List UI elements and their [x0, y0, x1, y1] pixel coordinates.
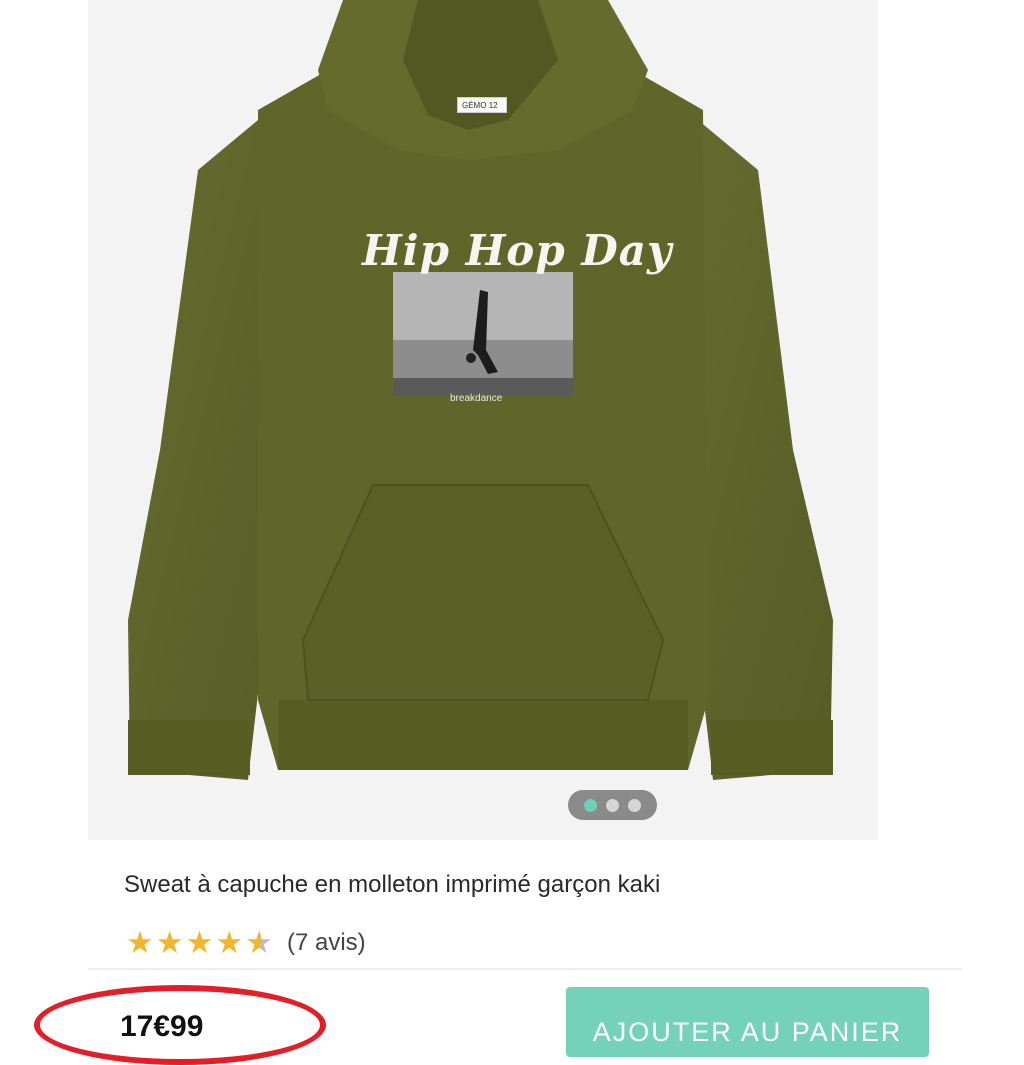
product-price: 17€99	[120, 1010, 204, 1043]
carousel-dot-3[interactable]	[628, 798, 641, 812]
hoodie-illustration	[128, 0, 833, 780]
garment-label: GÉMO 12	[457, 97, 507, 113]
product-rating[interactable]: ★ ★ ★ ★ ★ (7 avis)	[126, 926, 366, 960]
star-icon: ★	[215, 925, 244, 961]
carousel-dot-1[interactable]	[584, 798, 597, 812]
add-to-cart-button[interactable]: AJOUTER AU PANIER	[566, 987, 929, 1057]
print-caption: breakdance	[450, 393, 503, 404]
star-icon: ★	[126, 925, 154, 961]
print-title: Hip Hop Day	[362, 226, 673, 275]
product-image[interactable]: GÉMO 12 Hip Hop Day breakdance	[88, 0, 878, 840]
review-count[interactable]: (7 avis)	[287, 926, 366, 960]
product-title[interactable]: Sweat à capuche en molleton imprimé garç…	[124, 871, 660, 899]
carousel-dots[interactable]	[568, 790, 657, 820]
label-brand: GÉMO	[462, 101, 487, 110]
star-icon: ★	[185, 925, 214, 961]
star-icon: ★	[155, 925, 184, 961]
carousel-dot-2[interactable]	[606, 798, 619, 812]
divider	[88, 968, 962, 970]
label-size: 12	[488, 101, 498, 110]
half-star-icon: ★	[245, 925, 273, 961]
